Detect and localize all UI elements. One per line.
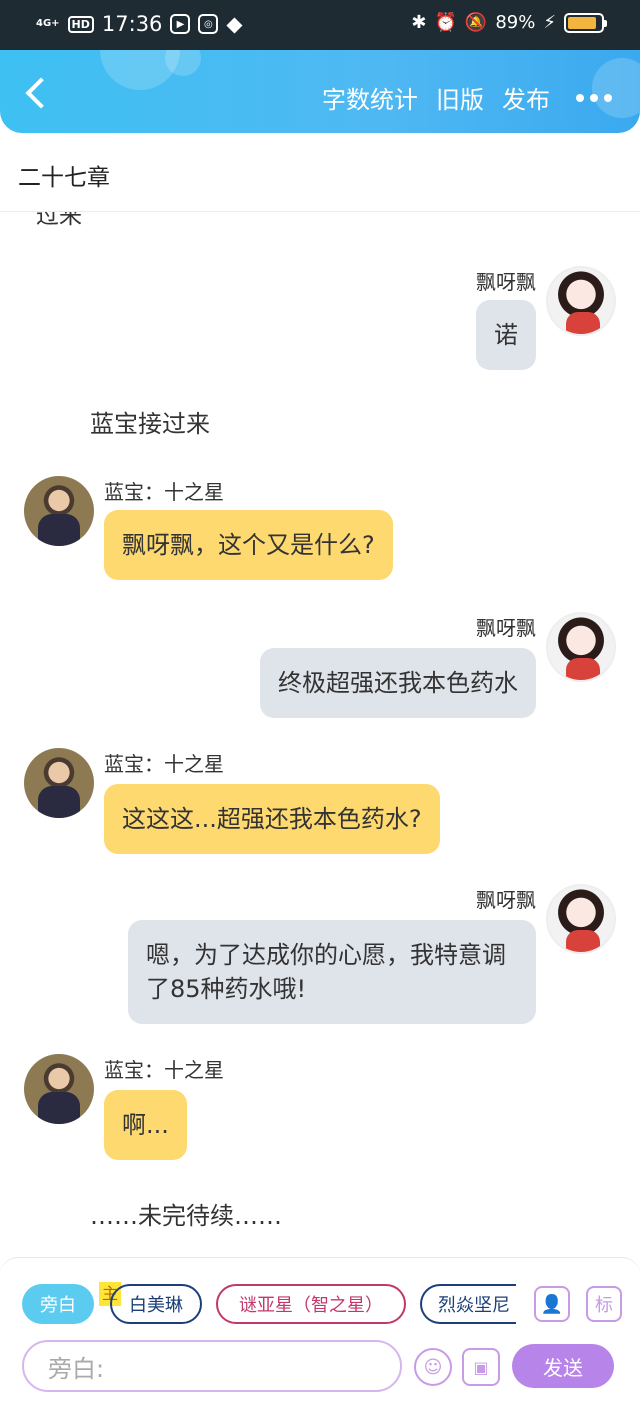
mute-icon: 🔕 <box>464 12 488 33</box>
tag-icon[interactable]: 标 <box>586 1286 622 1322</box>
charging-icon: ⚡ <box>543 12 556 33</box>
avatar[interactable] <box>546 612 616 682</box>
chapter-title: 二十七章 <box>18 165 110 191</box>
role-chip[interactable]: 白美琳 <box>110 1284 202 1324</box>
add-character-icon[interactable]: 👤 <box>534 1286 570 1322</box>
publish-button[interactable]: 发布 <box>502 80 550 115</box>
message-bubble[interactable]: 诺 <box>476 300 536 370</box>
status-bar: 4G+ HD 17:36 ▶ ◎ ◆ ✱ ⏰ 🔕 89% ⚡ <box>0 0 640 50</box>
emoji-icon[interactable]: ☺ <box>414 1348 452 1386</box>
message-bubble[interactable]: 这这这...超强还我本色药水? <box>104 784 440 854</box>
role-chip[interactable]: 谜亚星（智之星） <box>216 1284 406 1324</box>
message-bubble[interactable]: 飘呀飘，这个又是什么? <box>104 510 393 580</box>
avatar[interactable] <box>24 476 94 546</box>
image-icon[interactable]: ▣ <box>462 1348 500 1386</box>
more-icon[interactable] <box>576 93 612 102</box>
role-chip[interactable]: 烈焱坚尼 <box>420 1284 516 1324</box>
chapter-title-bar[interactable]: 二十七章 <box>0 140 640 212</box>
play-app-icon: ▶ <box>170 14 191 34</box>
alarm-icon: ⏰ <box>434 12 457 33</box>
location-icon: ◆ <box>226 12 243 36</box>
avatar[interactable] <box>24 748 94 818</box>
speaker-name: 飘呀飘 <box>476 270 536 294</box>
bluetooth-icon: ✱ <box>411 12 427 33</box>
word-count-button[interactable]: 字数统计 <box>322 80 418 115</box>
narration-text: 过来 <box>36 212 82 229</box>
speaker-name: 蓝宝：十之星 <box>104 480 224 504</box>
hotspot-icon: ◎ <box>198 14 219 34</box>
signal-indicator: 4G+ <box>36 18 60 29</box>
avatar[interactable] <box>546 266 616 336</box>
avatar[interactable] <box>24 1054 94 1124</box>
hd-badge: HD <box>67 15 94 33</box>
role-chip-narrator[interactable]: 旁白 <box>22 1284 94 1324</box>
battery-icon <box>564 12 607 33</box>
narration-text: 蓝宝接过来 <box>90 410 210 438</box>
message-input[interactable]: 旁白: <box>22 1340 402 1392</box>
avatar[interactable] <box>546 884 616 954</box>
battery-percent: 89% <box>495 12 536 33</box>
send-button[interactable]: 发送 <box>512 1344 614 1388</box>
old-version-button[interactable]: 旧版 <box>436 80 484 115</box>
narration-text: ……未完待续…… <box>90 1202 282 1230</box>
speaker-name: 飘呀飘 <box>476 616 536 640</box>
message-bubble[interactable]: 终极超强还我本色药水 <box>260 648 536 718</box>
clock: 17:36 <box>101 12 163 36</box>
speaker-name: 蓝宝：十之星 <box>104 1058 224 1082</box>
chat-content[interactable]: 过来 飘呀飘 诺 蓝宝接过来 蓝宝：十之星 飘呀飘，这个又是什么? 飘呀飘 终极… <box>0 212 640 1257</box>
compose-panel: 旁白 主 白美琳 谜亚星（智之星） 烈焱坚尼 👤 标 旁白: ☺ ▣ 发送 <box>0 1257 640 1427</box>
back-button[interactable] <box>18 72 58 112</box>
message-bubble[interactable]: 啊... <box>104 1090 187 1160</box>
message-bubble[interactable]: 嗯，为了达成你的心愿，我特意调了85种药水哦! <box>128 920 536 1024</box>
app-header: 字数统计 旧版 发布 <box>0 50 640 133</box>
speaker-name: 蓝宝：十之星 <box>104 752 224 776</box>
speaker-name: 飘呀飘 <box>476 888 536 912</box>
